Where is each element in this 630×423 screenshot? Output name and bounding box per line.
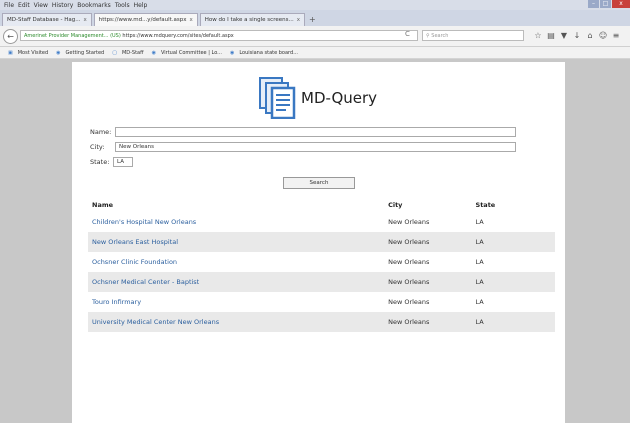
folder-icon: ▣ bbox=[8, 49, 13, 56]
bookmark-star-icon[interactable]: ☆ bbox=[532, 31, 544, 40]
tab-md-query[interactable]: https://www.md...y/default.aspx x bbox=[93, 13, 198, 26]
column-header-state[interactable]: State bbox=[474, 201, 555, 209]
menu-file[interactable]: File bbox=[4, 2, 14, 9]
column-header-name[interactable]: Name bbox=[88, 201, 384, 209]
page-content: MD-Query Name: City: New Orleans State: … bbox=[72, 62, 565, 423]
tab-label: How do I take a single screens... bbox=[204, 17, 294, 23]
bookmark-most-visited[interactable]: ▣ Most Visited bbox=[4, 50, 48, 56]
bookmark-label: Getting Started bbox=[65, 49, 105, 56]
city-cell: New Orleans bbox=[388, 218, 430, 226]
tab-md-staff[interactable]: MD-Staff Database - Hag... x bbox=[2, 13, 92, 26]
menu-help[interactable]: Help bbox=[134, 2, 148, 9]
site-identity[interactable]: Amerinet Provider Management... (US) bbox=[24, 33, 121, 39]
menu-tools[interactable]: Tools bbox=[115, 2, 130, 9]
address-bar[interactable]: Amerinet Provider Management... (US) htt… bbox=[20, 30, 418, 41]
state-field[interactable]: LA bbox=[113, 157, 133, 167]
state-cell: LA bbox=[475, 318, 484, 326]
page-icon: ▢ bbox=[112, 49, 117, 56]
bookmark-label: Virtual Committee | Lo... bbox=[160, 49, 222, 56]
city-label: City: bbox=[90, 143, 105, 151]
provider-name-link[interactable]: Children's Hospital New Orleans bbox=[88, 218, 384, 226]
hamburger-menu-icon[interactable]: ≡ bbox=[610, 31, 622, 40]
menu-bar: File Edit View History Bookmarks Tools H… bbox=[0, 0, 630, 10]
reload-icon[interactable]: C bbox=[405, 30, 410, 38]
toolbar-icons: ☆ ▤ ▼ ↓ ⌂ ☺ ≡ bbox=[532, 31, 623, 40]
account-icon[interactable]: ☺ bbox=[597, 31, 609, 40]
home-icon[interactable]: ⌂ bbox=[584, 31, 596, 40]
state-cell: LA bbox=[475, 278, 484, 286]
tab-label: https://www.md...y/default.aspx bbox=[98, 17, 187, 23]
provider-name-link[interactable]: Ochsner Medical Center - Baptist bbox=[88, 278, 384, 286]
state-cell: LA bbox=[475, 238, 484, 246]
menu-view[interactable]: View bbox=[34, 2, 48, 9]
bookmark-virtual-committee[interactable]: ◉ Virtual Committee | Lo... bbox=[148, 50, 222, 56]
city-cell: New Orleans bbox=[388, 278, 430, 286]
pocket-icon[interactable]: ▼ bbox=[558, 31, 570, 40]
state-label: State: bbox=[90, 158, 110, 166]
menu-history[interactable]: History bbox=[52, 2, 73, 9]
bookmark-label: Louisiana state board... bbox=[239, 49, 298, 56]
name-field[interactable] bbox=[115, 127, 516, 137]
state-cell: LA bbox=[475, 258, 484, 266]
menu-bookmarks[interactable]: Bookmarks bbox=[77, 2, 111, 9]
bookmark-getting-started[interactable]: ◉ Getting Started bbox=[52, 50, 104, 56]
maximize-button[interactable]: □ bbox=[600, 0, 611, 8]
minimize-button[interactable]: – bbox=[588, 0, 599, 8]
provider-name-link[interactable]: University Medical Center New Orleans bbox=[88, 318, 384, 326]
table-row: New Orleans East Hospital New Orleans LA bbox=[88, 232, 555, 252]
bookmark-label: MD-Staff bbox=[121, 49, 144, 56]
download-icon[interactable]: ↓ bbox=[571, 31, 583, 40]
bookmark-md-staff[interactable]: ▢ MD-Staff bbox=[108, 50, 143, 56]
results-table: Name City State Children's Hospital New … bbox=[88, 198, 555, 332]
state-cell: LA bbox=[475, 298, 484, 306]
bookmarks-bar: ▣ Most Visited ◉ Getting Started ▢ MD-Staff… bbox=[0, 47, 630, 59]
app-title: MD-Query bbox=[301, 89, 378, 107]
tab-close-icon[interactable]: x bbox=[190, 17, 193, 23]
document-stack-logo-icon bbox=[259, 77, 296, 119]
back-icon[interactable]: ← bbox=[3, 29, 18, 44]
search-placeholder: Search bbox=[431, 33, 449, 39]
globe-icon: ◉ bbox=[151, 49, 156, 56]
search-icon: ⚲ bbox=[426, 33, 430, 39]
city-cell: New Orleans bbox=[388, 298, 430, 306]
tab-close-icon[interactable]: x bbox=[84, 17, 87, 23]
tab-close-icon[interactable]: x bbox=[297, 17, 300, 23]
tab-screenshot-help[interactable]: How do I take a single screens... x bbox=[199, 13, 305, 26]
globe-icon: ◉ bbox=[229, 49, 235, 56]
window-controls: – □ x bbox=[587, 0, 630, 8]
search-button[interactable]: Search bbox=[283, 177, 355, 189]
browser-search-input[interactable]: ⚲ Search bbox=[422, 30, 524, 41]
city-cell: New Orleans bbox=[388, 238, 430, 246]
table-row: Touro Infirmary New Orleans LA bbox=[88, 292, 555, 312]
table-row: Ochsner Medical Center - Baptist New Orl… bbox=[88, 272, 555, 292]
reading-list-icon[interactable]: ▤ bbox=[545, 31, 557, 40]
close-window-button[interactable]: x bbox=[612, 0, 630, 8]
bookmark-louisiana-board[interactable]: ◉ Louisiana state board... bbox=[226, 50, 298, 56]
provider-name-link[interactable]: New Orleans East Hospital bbox=[88, 238, 384, 246]
city-cell: New Orleans bbox=[388, 258, 430, 266]
table-row: Children's Hospital New Orleans New Orle… bbox=[88, 212, 555, 232]
menu-edit[interactable]: Edit bbox=[18, 2, 30, 9]
tab-label: MD-Staff Database - Hag... bbox=[7, 17, 81, 23]
name-label: Name: bbox=[90, 128, 112, 136]
city-field[interactable]: New Orleans bbox=[115, 142, 516, 152]
table-row: Ochsner Clinic Foundation New Orleans LA bbox=[88, 252, 555, 272]
new-tab-button[interactable]: + bbox=[309, 15, 316, 26]
firefox-icon: ◉ bbox=[56, 49, 61, 56]
bookmark-label: Most Visited bbox=[17, 49, 49, 56]
provider-name-link[interactable]: Touro Infirmary bbox=[88, 298, 384, 306]
navigation-bar: ← Amerinet Provider Management... (US) h… bbox=[0, 26, 630, 47]
table-header: Name City State bbox=[88, 198, 555, 212]
tab-bar: MD-Staff Database - Hag... x https://www… bbox=[0, 10, 630, 26]
provider-name-link[interactable]: Ochsner Clinic Foundation bbox=[88, 258, 384, 266]
url-text: https://www.mdquery.com/sites/default.as… bbox=[122, 33, 234, 39]
city-cell: New Orleans bbox=[388, 318, 430, 326]
state-cell: LA bbox=[475, 218, 484, 226]
column-header-city[interactable]: City bbox=[384, 201, 473, 209]
table-row: University Medical Center New Orleans Ne… bbox=[88, 312, 555, 332]
